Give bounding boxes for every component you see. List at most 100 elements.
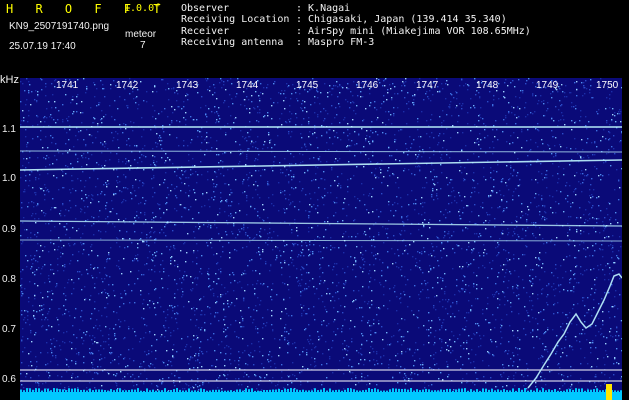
x-tick-1748: 1748	[476, 80, 499, 91]
baseline-spike	[536, 388, 538, 392]
baseline-spike	[176, 388, 178, 392]
baseline-spike	[119, 388, 121, 392]
baseline-spike	[530, 389, 532, 392]
baseline-spike	[494, 390, 496, 392]
baseline-spike	[341, 390, 343, 392]
baseline-spike	[74, 388, 76, 392]
baseline-spike	[230, 390, 232, 392]
baseline-spike	[491, 388, 493, 392]
baseline-spike	[602, 390, 604, 392]
baseline-spike	[233, 390, 235, 392]
baseline-spike	[299, 390, 301, 392]
baseline-spike	[383, 390, 385, 392]
baseline-spike	[422, 389, 424, 392]
baseline-spike	[50, 390, 52, 392]
baseline-spike	[137, 388, 139, 392]
baseline-spike	[512, 388, 514, 392]
baseline-spike	[215, 389, 217, 392]
baseline-spike	[584, 390, 586, 392]
baseline-spike	[143, 390, 145, 392]
baseline-spike	[497, 389, 499, 392]
baseline-spike	[464, 388, 466, 392]
baseline-spike	[332, 390, 334, 392]
y-tick-1-0: 1.0	[2, 173, 16, 184]
baseline-spike	[503, 389, 505, 392]
baseline-spike	[179, 389, 181, 392]
baseline-spike	[554, 388, 556, 392]
baseline-spike	[152, 389, 154, 392]
receiver-label: Receiver	[181, 26, 230, 37]
x-tick-1744: 1744	[236, 80, 259, 91]
filename-label: KN9_2507191740.png	[9, 21, 110, 32]
spectrogram	[20, 78, 622, 400]
burst-mark	[606, 384, 612, 400]
baseline-spike	[59, 389, 61, 392]
version-label: 1.0.0f	[124, 3, 161, 14]
observer-value: : K.Nagai	[296, 3, 351, 14]
baseline-spike	[548, 389, 550, 392]
baseline-spike	[560, 390, 562, 392]
baseline-spike	[545, 390, 547, 392]
baseline-spike	[158, 390, 160, 392]
baseline-spike	[272, 389, 274, 392]
baseline-spike	[572, 389, 574, 392]
baseline-spike	[86, 390, 88, 392]
x-tick-1749: 1749	[536, 80, 559, 91]
x-tick-1746: 1746	[356, 80, 379, 91]
baseline-spike	[98, 389, 100, 392]
baseline-spike	[164, 388, 166, 392]
baseline-spike	[56, 388, 58, 392]
baseline-spike	[239, 389, 241, 392]
baseline-spike	[317, 390, 319, 392]
x-tick-1747: 1747	[416, 80, 439, 91]
baseline-spike	[365, 389, 367, 392]
baseline-spike	[392, 388, 394, 392]
baseline-spike	[287, 388, 289, 392]
baseline-spike	[221, 390, 223, 392]
header-panel: H R O F F T 1.0.0f KN9_2507191740.png 25…	[0, 0, 629, 73]
baseline-spike	[557, 390, 559, 392]
baseline-spike	[278, 388, 280, 392]
baseline-spike	[518, 388, 520, 392]
baseline-spike	[533, 390, 535, 392]
baseline-spike	[578, 388, 580, 392]
baseline-spike	[614, 390, 616, 392]
baseline-spike	[458, 388, 460, 392]
baseline-spike	[101, 389, 103, 392]
baseline-spike	[335, 389, 337, 392]
baseline-spike	[362, 390, 364, 392]
baseline-spike	[266, 390, 268, 392]
antenna-label: Receiving antenna	[181, 37, 284, 48]
baseline-spike	[479, 390, 481, 392]
baseline-spike	[482, 388, 484, 392]
baseline-spike	[83, 389, 85, 392]
y-tick-0-9: 0.9	[2, 224, 16, 235]
baseline-spike	[506, 390, 508, 392]
meteor-label: meteor	[125, 29, 157, 40]
baseline-spike	[527, 390, 529, 392]
baseline-spike	[254, 390, 256, 392]
receiver-value: : AirSpy mini (Miakejima VOR 108.65MHz)	[296, 26, 531, 37]
baseline-spike	[431, 390, 433, 392]
baseline-spike	[473, 390, 475, 392]
baseline-spike	[260, 390, 262, 392]
baseline-spike	[95, 389, 97, 392]
baseline-spike	[551, 390, 553, 392]
baseline-spike	[281, 389, 283, 392]
baseline-spike	[248, 389, 250, 392]
baseline-spike	[452, 390, 454, 392]
baseline-spike	[395, 388, 397, 392]
baseline-spike	[29, 388, 31, 392]
baseline-spike	[44, 388, 46, 392]
baseline-spike	[425, 388, 427, 392]
baseline-spike	[581, 388, 583, 392]
baseline-spike	[161, 390, 163, 392]
baseline-spike	[290, 388, 292, 392]
baseline-spike	[257, 390, 259, 392]
baseline-spike	[344, 389, 346, 392]
baseline-spike	[182, 390, 184, 392]
baseline-spike	[563, 390, 565, 392]
baseline-spike	[374, 388, 376, 392]
baseline-spike	[305, 390, 307, 392]
baseline-spike	[368, 388, 370, 392]
